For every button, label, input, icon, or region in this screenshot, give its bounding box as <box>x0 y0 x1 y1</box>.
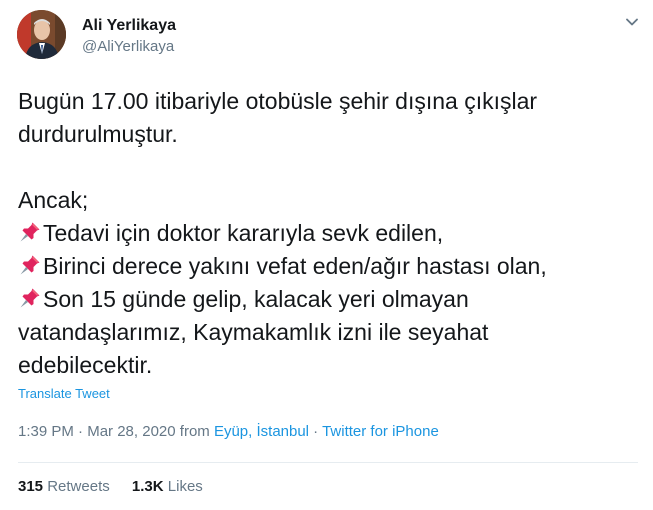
tweet-line: durdurulmuştur. <box>18 121 178 147</box>
tweet-bullet-line: Birinci derece yakını vefat eden/ağır ha… <box>18 250 638 283</box>
meta-from-label: from <box>175 423 214 440</box>
pushpin-icon <box>18 253 42 277</box>
likes-stat[interactable]: 1.3K Likes <box>132 478 203 495</box>
tweet-bullet-text: Birinci derece yakını vefat eden/ağır ha… <box>43 253 547 279</box>
author-name[interactable]: Ali Yerlikaya <box>82 17 176 35</box>
tweet-location-link[interactable]: Eyüp, İstanbul <box>214 423 309 440</box>
likes-count: 1.3K <box>131 478 164 495</box>
avatar-portrait-icon <box>17 10 66 59</box>
tweet-bullet-text: Tedavi için doktor kararıyla sevk edilen… <box>43 220 444 246</box>
tweet-line: Bugün 17.00 itibariyle otobüsle şehir dı… <box>18 88 538 114</box>
author-handle[interactable]: @AliYerlikaya <box>82 38 174 55</box>
meta-separator: · <box>73 423 88 440</box>
tweet-text: Bugün 17.00 itibariyle otobüsle şehir dı… <box>18 85 638 382</box>
likes-label: Likes <box>167 478 203 495</box>
pushpin-icon <box>18 220 42 244</box>
translate-tweet-link[interactable]: Translate Tweet <box>18 386 110 401</box>
retweets-count: 315 <box>18 478 44 495</box>
divider <box>18 462 638 463</box>
tweet-bullet-text: Son 15 günde gelip, kalacak yeri olmayan <box>43 286 469 312</box>
tweet-date[interactable]: Mar 28, 2020 <box>87 423 175 440</box>
pushpin-icon <box>18 286 42 310</box>
tweet-line: Ancak; <box>18 187 89 213</box>
meta-separator: · <box>309 423 323 440</box>
chevron-down-icon[interactable] <box>624 14 640 30</box>
tweet-source-link[interactable]: Twitter for iPhone <box>322 423 439 440</box>
retweets-stat[interactable]: 315 Retweets <box>18 478 110 495</box>
tweet-stats: 315 Retweets 1.3K Likes <box>18 478 221 495</box>
tweet-meta: 1:39 PM · Mar 28, 2020 from Eyüp, İstanb… <box>18 423 439 440</box>
tweet-bullet-line: Son 15 günde gelip, kalacak yeri olmayan <box>18 283 638 316</box>
tweet-bullet-line: Tedavi için doktor kararıyla sevk edilen… <box>18 217 638 250</box>
retweets-label: Retweets <box>47 478 110 495</box>
tweet-time[interactable]: 1:39 PM <box>18 423 74 440</box>
avatar[interactable] <box>17 10 66 59</box>
tweet-line: vatandaşlarımız, Kaymakamlık izni ile se… <box>18 319 489 345</box>
tweet-line: edebilecektir. <box>18 352 153 378</box>
